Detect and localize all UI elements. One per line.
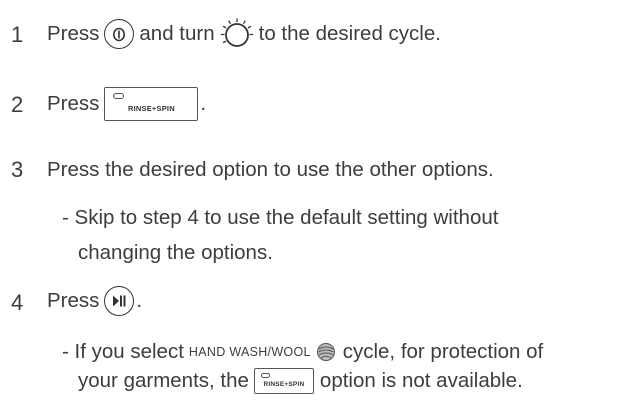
step-number: 4 (11, 290, 24, 315)
step-text-part: and turn (139, 22, 215, 45)
step-4-text: Press . (47, 286, 142, 316)
hand-wash-wool-label: HAND WASH/WOOL (188, 345, 311, 359)
step-1: 1 Press and turn to the desired cycle. (0, 14, 622, 54)
power-icon (104, 19, 135, 49)
step-text-part: . (136, 289, 143, 312)
step-4: 4 Press . (0, 283, 622, 323)
step-3-note-line-1: - Skip to step 4 to use the default sett… (62, 206, 499, 229)
step-1-text: Press and turn to the desired cycle. (47, 17, 441, 51)
note-text-part: your garments, the (78, 369, 249, 392)
step-text-part: . (200, 92, 207, 115)
step-4-note-line-2: your garments, the RINSE+SPIN option is … (78, 368, 523, 394)
rinse-spin-button-icon: RINSE+SPIN (253, 368, 314, 394)
step-2-text: Press RINSE+SPIN . (47, 87, 206, 121)
step-number: 1 (11, 22, 24, 47)
start-pause-icon (104, 286, 135, 316)
step-text-part: Press (47, 92, 100, 115)
note-text-part: option is not available. (319, 369, 523, 392)
step-number: 3 (11, 157, 24, 182)
step-text-part: Press (47, 22, 100, 45)
step-3-note-line-2: changing the options. (78, 241, 273, 264)
cycle-dial-icon (220, 17, 254, 51)
step-3-text: Press the desired option to use the othe… (47, 158, 494, 181)
indicator-led-icon (113, 93, 125, 99)
step-text-part: Press (47, 289, 100, 312)
step-3: 3 Press the desired option to use the ot… (0, 152, 622, 188)
step-text-part: to the desired cycle. (258, 22, 441, 45)
indicator-led-icon (260, 373, 270, 378)
note-text-part: - If you select (62, 340, 184, 363)
step-4-note-line-1: - If you select HAND WASH/WOOL cycle, fo… (62, 340, 543, 364)
rinse-spin-button-icon: RINSE+SPIN (104, 87, 199, 121)
rinse-spin-label: RINSE+SPIN (128, 104, 175, 113)
rinse-spin-label: RINSE+SPIN (263, 381, 305, 388)
wool-icon (315, 341, 337, 363)
step-number: 2 (11, 92, 24, 117)
note-text-part: cycle, for protection of (342, 340, 544, 363)
step-2: 2 Press RINSE+SPIN . (0, 84, 622, 124)
